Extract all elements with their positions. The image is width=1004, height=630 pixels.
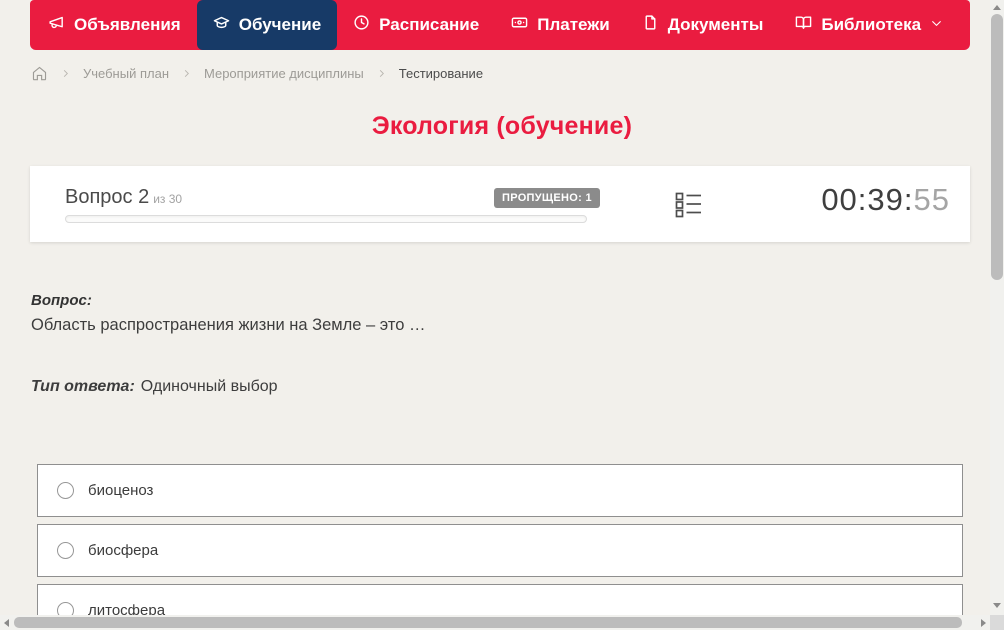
answer-option[interactable]: биосфера bbox=[37, 524, 963, 577]
breadcrumb: Учебный план Мероприятие дисциплины Тест… bbox=[31, 63, 483, 83]
question-total: из 30 bbox=[153, 192, 183, 206]
question-list-icon[interactable] bbox=[675, 191, 702, 224]
question-label: Вопрос: bbox=[31, 292, 92, 309]
answer-option[interactable]: биоценоз bbox=[37, 464, 963, 517]
nav-item-payments[interactable]: Платежи bbox=[495, 0, 626, 50]
answer-type-value: Одиночный выбор bbox=[140, 378, 278, 395]
banknote-icon bbox=[511, 14, 528, 36]
question-number: Вопрос 2 bbox=[65, 186, 150, 208]
graduation-cap-icon bbox=[213, 14, 230, 36]
clock-icon bbox=[353, 14, 370, 36]
scroll-down-arrow[interactable] bbox=[993, 603, 1001, 608]
nav-item-label: Расписание bbox=[379, 15, 480, 34]
question-header-bar: Вопрос 2 из 30 ПРОПУЩЕНО: 1 00:39:55 bbox=[30, 166, 970, 242]
nav-item-label: Обучение bbox=[238, 15, 322, 34]
chevron-right-icon bbox=[181, 68, 192, 79]
progress-bar bbox=[65, 215, 587, 223]
nav-item-label: Документы bbox=[667, 15, 764, 34]
chevron-right-icon bbox=[60, 68, 71, 79]
nav-item-library[interactable]: Библиотека bbox=[779, 0, 959, 50]
answer-type-row: Тип ответа: Одиночный выбор bbox=[31, 378, 278, 396]
answer-option-label: биосфера bbox=[88, 542, 159, 559]
question-text: Область распространения жизни на Земле –… bbox=[31, 316, 426, 334]
horizontal-scrollbar[interactable] bbox=[0, 615, 990, 630]
horizontal-scrollbar-thumb[interactable] bbox=[14, 617, 962, 628]
scroll-right-arrow[interactable] bbox=[981, 619, 986, 627]
chevron-down-icon bbox=[930, 15, 943, 35]
timer-seconds: 55 bbox=[913, 182, 950, 217]
vertical-scrollbar[interactable] bbox=[990, 0, 1004, 615]
answer-option-label: биоценоз bbox=[88, 482, 154, 499]
breadcrumb-item-study-plan[interactable]: Учебный план bbox=[83, 66, 169, 81]
nav-item-schedule[interactable]: Расписание bbox=[337, 0, 495, 50]
chevron-right-icon bbox=[376, 68, 387, 79]
timer: 00:39:55 bbox=[821, 182, 950, 218]
skipped-badge: ПРОПУЩЕНО: 1 bbox=[494, 188, 600, 208]
scroll-up-arrow[interactable] bbox=[993, 5, 1001, 10]
question-counter: Вопрос 2 из 30 bbox=[65, 186, 182, 209]
radio-button[interactable] bbox=[57, 482, 74, 499]
vertical-scrollbar-thumb[interactable] bbox=[991, 14, 1003, 280]
top-nav: Объявления Обучение Расписание Платежи Д… bbox=[30, 0, 970, 50]
home-icon[interactable] bbox=[31, 65, 48, 82]
nav-item-announcements[interactable]: Объявления bbox=[30, 0, 197, 50]
nav-item-label: Объявления bbox=[74, 15, 181, 34]
radio-button[interactable] bbox=[57, 542, 74, 559]
breadcrumb-item-testing: Тестирование bbox=[398, 65, 484, 81]
scrollbar-corner bbox=[990, 615, 1004, 630]
open-book-icon bbox=[795, 14, 812, 36]
nav-item-documents[interactable]: Документы bbox=[626, 0, 780, 50]
page-title: Экология (обучение) bbox=[371, 112, 633, 140]
megaphone-icon bbox=[48, 14, 65, 36]
breadcrumb-item-discipline-event[interactable]: Мероприятие дисциплины bbox=[204, 66, 364, 81]
nav-item-label: Платежи bbox=[537, 15, 610, 34]
document-icon bbox=[642, 14, 659, 36]
timer-minutes: 00:39: bbox=[821, 182, 914, 217]
scroll-left-arrow[interactable] bbox=[4, 619, 9, 627]
answer-type-label: Тип ответа: bbox=[31, 378, 135, 395]
nav-item-label: Библиотека bbox=[821, 15, 922, 34]
nav-item-training[interactable]: Обучение bbox=[196, 0, 338, 50]
